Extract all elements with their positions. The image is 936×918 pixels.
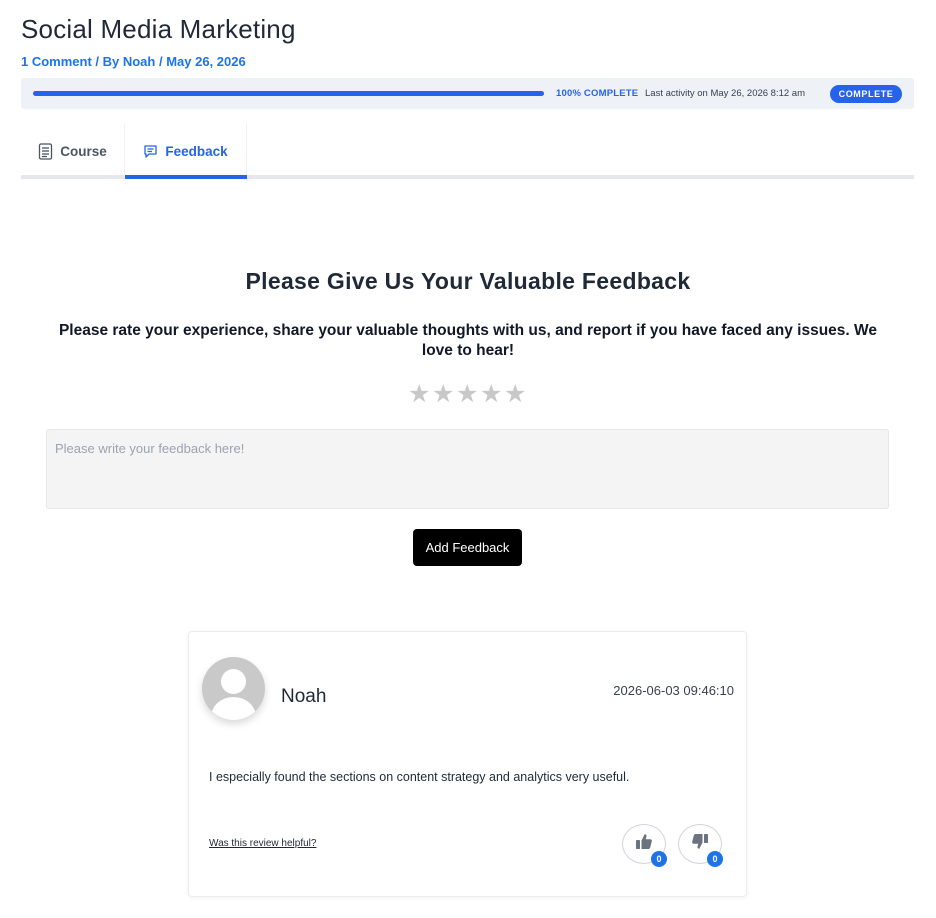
star-icon[interactable]: ★ (408, 382, 430, 407)
last-activity-text: Last activity on May 26, 2026 8:12 am (645, 88, 806, 99)
feedback-heading: Please Give Us Your Valuable Feedback (245, 268, 691, 294)
chat-bubble-icon (143, 144, 158, 159)
like-button[interactable]: 0 (622, 824, 667, 867)
complete-status-badge: COMPLETE (830, 85, 902, 103)
course-tabs: Course Feedback (21, 124, 914, 179)
tab-feedback[interactable]: Feedback (125, 124, 247, 179)
tab-feedback-label: Feedback (165, 144, 228, 159)
like-count: 0 (651, 851, 667, 867)
thumbs-down-icon (691, 833, 709, 855)
tab-course-label: Course (60, 144, 107, 159)
star-icon[interactable]: ★ (480, 382, 502, 407)
post-meta: 1 Comment / By Noah / May 26, 2026 (21, 54, 246, 69)
document-icon (38, 143, 53, 160)
dislike-count: 0 (707, 851, 723, 867)
star-rating: ★ ★ ★ ★ ★ (408, 382, 526, 407)
progress-track (33, 91, 544, 96)
add-feedback-button[interactable]: Add Feedback (413, 529, 522, 566)
star-icon[interactable]: ★ (432, 382, 454, 407)
reviewer-name: Noah (281, 686, 327, 707)
user-avatar-icon (202, 657, 265, 720)
review-date: 2026-06-03 09:46:10 (613, 683, 734, 698)
dislike-button[interactable]: 0 (678, 824, 723, 867)
progress-fill (33, 91, 544, 96)
feedback-textarea[interactable] (46, 429, 889, 509)
feedback-subheading: Please rate your experience, share your … (58, 322, 878, 359)
review-text: I especially found the sections on conte… (209, 770, 630, 784)
thumbs-up-icon (635, 833, 653, 855)
course-progress-bar: 100% COMPLETE Last activity on May 26, 2… (21, 78, 914, 109)
page-title: Social Media Marketing (21, 14, 296, 44)
tab-course[interactable]: Course (21, 124, 125, 179)
star-icon[interactable]: ★ (504, 382, 526, 407)
active-tab-indicator (125, 175, 247, 179)
review-card: Noah 2026-06-03 09:46:10 I especially fo… (188, 631, 747, 897)
star-icon[interactable]: ★ (456, 382, 478, 407)
helpful-link[interactable]: Was this review helpful? (209, 838, 316, 849)
progress-percent-label: 100% COMPLETE (556, 88, 639, 99)
